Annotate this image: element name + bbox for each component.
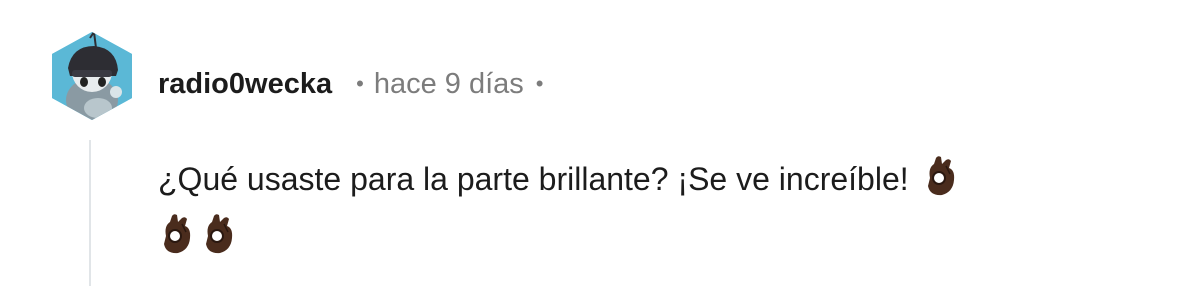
emoji-row [158, 214, 238, 255]
ok-hand-emoji-icon [158, 212, 196, 256]
separator-dot: • [535, 71, 544, 96]
comment-body: ¿Qué usaste para la parte brillante? ¡Se… [158, 150, 1118, 266]
comment-timestamp[interactable]: hace 9 días [374, 68, 524, 101]
author-username[interactable]: radio0wecka [158, 68, 332, 101]
comment-text: ¿Qué usaste para la parte brillante? ¡Se… [158, 161, 909, 197]
ok-hand-emoji-icon [922, 154, 960, 198]
separator-dot: • [356, 71, 364, 96]
avatar[interactable] [46, 30, 138, 122]
comment-meta: radio0wecka • hace 9 días • [158, 64, 543, 104]
comment: radio0wecka • hace 9 días • ¿Qué usaste … [0, 0, 1200, 290]
ok-hand-emoji-icon [200, 212, 238, 256]
thread-line[interactable] [89, 140, 91, 286]
avatar-image [52, 32, 132, 120]
